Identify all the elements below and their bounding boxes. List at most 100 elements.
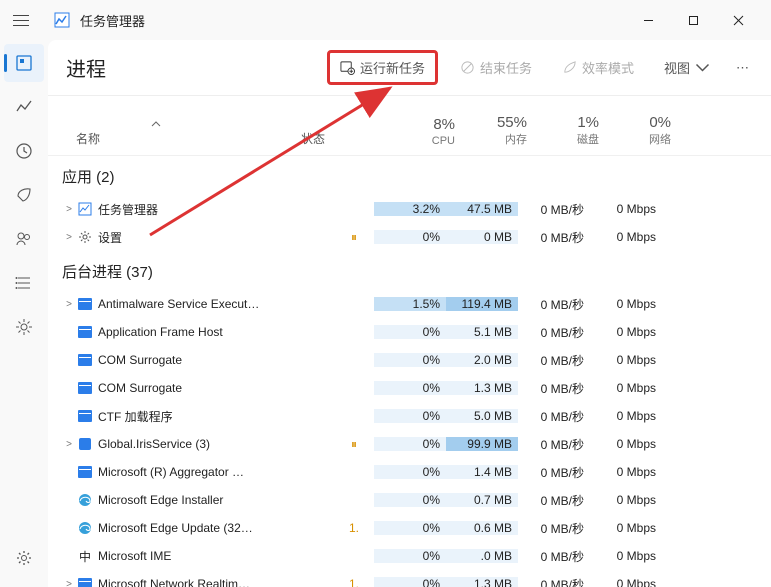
cell-cpu: 0% bbox=[374, 409, 446, 423]
cell-disk: 0 MB/秒 bbox=[518, 296, 590, 313]
process-row[interactable]: CTF 加载程序 0% 5.0 MB 0 MB/秒 0 Mbps bbox=[48, 402, 771, 430]
minimize-button[interactable] bbox=[626, 4, 671, 36]
process-row[interactable]: COM Surrogate 0% 2.0 MB 0 MB/秒 0 Mbps bbox=[48, 346, 771, 374]
process-row[interactable]: Application Frame Host 0% 5.1 MB 0 MB/秒 … bbox=[48, 318, 771, 346]
eff-mode-label: 效率模式 bbox=[582, 58, 634, 77]
process-name: COM Surrogate bbox=[94, 353, 334, 367]
cell-net: 0 Mbps bbox=[590, 493, 662, 507]
process-status: 1. bbox=[334, 577, 374, 587]
sidebar-startup[interactable] bbox=[4, 176, 44, 214]
process-row[interactable]: Microsoft (R) Aggregator … 0% 1.4 MB 0 M… bbox=[48, 458, 771, 486]
group-apps[interactable]: 应用 (2) bbox=[48, 156, 771, 195]
cell-mem: 1.3 MB bbox=[446, 381, 518, 395]
process-row[interactable]: > Antimalware Service Execut… 1.5% 119.4… bbox=[48, 290, 771, 318]
process-icon: 中 bbox=[76, 548, 94, 565]
run-task-label: 运行新任务 bbox=[360, 58, 425, 77]
cell-mem: .0 MB bbox=[446, 549, 518, 563]
expand-chevron[interactable]: > bbox=[62, 232, 76, 243]
process-name: Microsoft (R) Aggregator … bbox=[94, 465, 334, 479]
sidebar-users[interactable] bbox=[4, 220, 44, 258]
col-cpu[interactable]: 8%CPU bbox=[383, 117, 455, 148]
view-menu[interactable]: 视图 bbox=[656, 52, 718, 83]
titlebar: 任务管理器 bbox=[0, 0, 771, 40]
expand-chevron[interactable]: > bbox=[62, 204, 76, 215]
cell-mem: 1.3 MB bbox=[446, 577, 518, 587]
cell-mem: 47.5 MB bbox=[446, 202, 518, 216]
process-name: COM Surrogate bbox=[94, 381, 334, 395]
cell-cpu: 3.2% bbox=[374, 202, 446, 216]
cell-disk: 0 MB/秒 bbox=[518, 229, 590, 246]
process-name: Microsoft Edge Update (32… bbox=[94, 521, 334, 535]
end-task-label: 结束任务 bbox=[480, 58, 532, 77]
col-status-label[interactable]: 状态 bbox=[301, 116, 361, 147]
efficiency-mode-button[interactable]: 效率模式 bbox=[554, 52, 642, 83]
process-row[interactable]: > Microsoft Network Realtim… 1. 0% 1.3 M… bbox=[48, 570, 771, 587]
cell-disk: 0 MB/秒 bbox=[518, 324, 590, 341]
col-mem[interactable]: 55%内存 bbox=[455, 115, 527, 148]
close-button[interactable] bbox=[716, 4, 761, 36]
cell-net: 0 Mbps bbox=[590, 521, 662, 535]
cell-net: 0 Mbps bbox=[590, 230, 662, 244]
process-name: CTF 加载程序 bbox=[94, 408, 334, 425]
process-row[interactable]: > 任务管理器 3.2% 47.5 MB 0 MB/秒 0 Mbps bbox=[48, 195, 771, 223]
end-task-button[interactable]: 结束任务 bbox=[452, 52, 540, 83]
process-row[interactable]: Microsoft Edge Installer 0% 0.7 MB 0 MB/… bbox=[48, 486, 771, 514]
process-icon bbox=[76, 438, 94, 450]
end-task-icon bbox=[460, 60, 475, 75]
expand-chevron[interactable]: > bbox=[62, 299, 76, 310]
cell-net: 0 Mbps bbox=[590, 325, 662, 339]
process-row[interactable]: > Global.IrisService (3) ⏸ 0% 99.9 MB 0 … bbox=[48, 430, 771, 458]
col-net[interactable]: 0%网络 bbox=[599, 115, 671, 148]
more-menu[interactable]: ⋯ bbox=[732, 56, 753, 80]
cell-cpu: 0% bbox=[374, 325, 446, 339]
cell-disk: 0 MB/秒 bbox=[518, 380, 590, 397]
process-row[interactable]: Microsoft Edge Update (32… 1. 0% 0.6 MB … bbox=[48, 514, 771, 542]
group-bg[interactable]: 后台进程 (37) bbox=[48, 251, 771, 290]
cell-mem: 0 MB bbox=[446, 230, 518, 244]
cell-cpu: 0% bbox=[374, 230, 446, 244]
cell-cpu: 0% bbox=[374, 465, 446, 479]
sidebar-history[interactable] bbox=[4, 132, 44, 170]
maximize-button[interactable] bbox=[671, 4, 716, 36]
sidebar-performance[interactable] bbox=[4, 88, 44, 126]
cell-mem: 5.1 MB bbox=[446, 325, 518, 339]
sort-indicator[interactable] bbox=[76, 116, 236, 130]
col-name-label[interactable]: 名称 bbox=[76, 132, 100, 146]
page-title: 进程 bbox=[66, 53, 106, 82]
process-name: 设置 bbox=[94, 229, 334, 246]
sidebar bbox=[0, 40, 48, 587]
process-row[interactable]: COM Surrogate 0% 1.3 MB 0 MB/秒 0 Mbps bbox=[48, 374, 771, 402]
cell-cpu: 0% bbox=[374, 437, 446, 451]
hamburger-menu[interactable] bbox=[10, 9, 32, 31]
cell-cpu: 0% bbox=[374, 381, 446, 395]
expand-chevron[interactable]: > bbox=[62, 579, 76, 587]
process-row[interactable]: > 设置 ⏸ 0% 0 MB 0 MB/秒 0 Mbps bbox=[48, 223, 771, 251]
sidebar-processes[interactable] bbox=[4, 44, 44, 82]
process-icon bbox=[76, 326, 94, 338]
view-label: 视图 bbox=[664, 58, 690, 77]
run-new-task-button[interactable]: 运行新任务 bbox=[327, 50, 438, 85]
cell-net: 0 Mbps bbox=[590, 577, 662, 587]
process-icon bbox=[76, 354, 94, 366]
process-name: Application Frame Host bbox=[94, 325, 334, 339]
col-disk[interactable]: 1%磁盘 bbox=[527, 115, 599, 148]
leaf-icon bbox=[562, 60, 577, 75]
cell-net: 0 Mbps bbox=[590, 353, 662, 367]
chevron-down-icon bbox=[695, 60, 710, 75]
expand-chevron[interactable]: > bbox=[62, 439, 76, 450]
process-status: ⏸ bbox=[334, 230, 374, 245]
cell-cpu: 0% bbox=[374, 521, 446, 535]
cell-cpu: 0% bbox=[374, 353, 446, 367]
content: 进程 运行新任务 结束任务 效率模式 视图 ⋯ 名称 bbox=[48, 40, 771, 587]
process-name: 任务管理器 bbox=[94, 201, 334, 218]
sidebar-details[interactable] bbox=[4, 264, 44, 302]
process-icon bbox=[76, 493, 94, 507]
process-name: Microsoft Edge Installer bbox=[94, 493, 334, 507]
cell-net: 0 Mbps bbox=[590, 549, 662, 563]
sidebar-services[interactable] bbox=[4, 308, 44, 346]
process-status: ⏸ bbox=[334, 437, 374, 452]
cell-cpu: 0% bbox=[374, 493, 446, 507]
run-task-icon bbox=[340, 60, 355, 75]
sidebar-settings[interactable] bbox=[4, 539, 44, 577]
process-row[interactable]: 中 Microsoft IME 0% .0 MB 0 MB/秒 0 Mbps bbox=[48, 542, 771, 570]
